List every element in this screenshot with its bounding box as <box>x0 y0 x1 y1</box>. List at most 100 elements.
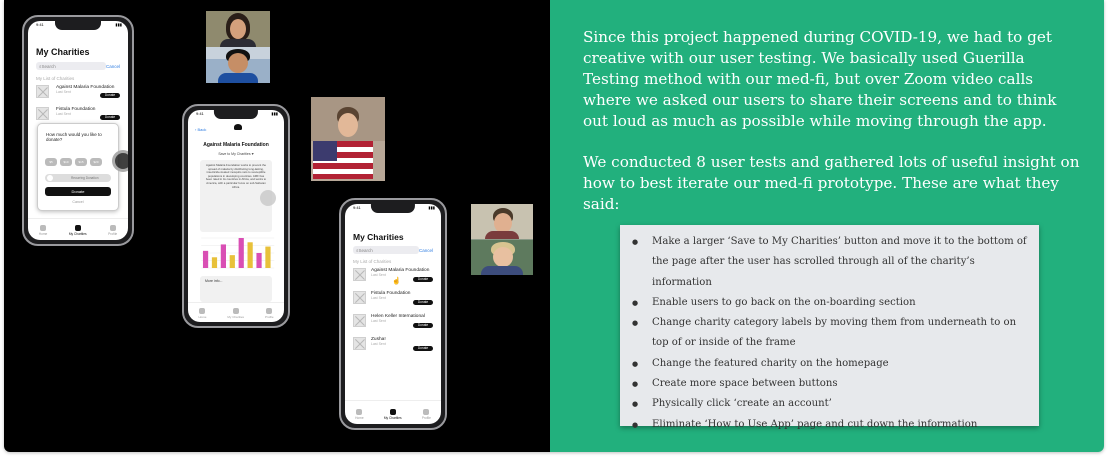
chart-bar <box>238 238 244 268</box>
tab-label: Home <box>198 315 207 319</box>
intro-paragraph: Since this project happened during COVID… <box>583 28 1057 130</box>
amount-options: $5 $10 $15 $20 <box>45 158 111 166</box>
tab-home[interactable]: Home <box>198 308 206 319</box>
text-panel: Since this project happened during COVID… <box>550 0 1104 452</box>
touch-indicator <box>260 190 276 206</box>
tab-my-charities[interactable]: My Charities <box>227 308 244 319</box>
chart-bar <box>220 244 226 268</box>
list-item[interactable]: Against Malaria Foundation Last Sent Don… <box>353 268 433 291</box>
save-to-my-charities-button[interactable]: Save to My Charities ♥ <box>188 152 284 156</box>
pointer-hand-icon: ☝ <box>392 278 401 285</box>
image-placeholder-icon <box>36 85 49 98</box>
amount-option[interactable]: $10 <box>60 158 72 166</box>
list-item[interactable]: Zusha! Last Sent Donate <box>353 337 433 360</box>
list-item: Change the featured charity on the homep… <box>632 354 1027 375</box>
video-call-tile <box>311 97 385 181</box>
page-title: My Charities <box>353 232 404 242</box>
profile-icon <box>423 409 430 415</box>
donate-button[interactable]: Donate <box>100 115 120 120</box>
image-placeholder-icon <box>36 107 49 120</box>
image-placeholder-icon <box>353 314 366 327</box>
image-placeholder-icon <box>353 268 366 281</box>
modal-cancel-button[interactable]: Cancel <box>38 200 118 204</box>
tab-my-charities[interactable]: My Charities <box>384 409 402 420</box>
phone-screen: 9:41 ▮▮▮ My Charities ⌕ Search Cancel My… <box>345 204 441 424</box>
chart-bar <box>229 255 235 268</box>
chart-bar <box>247 242 253 268</box>
home-icon <box>199 308 206 314</box>
status-time: 9:41 <box>36 22 44 27</box>
cancel-button[interactable]: Cancel <box>106 64 120 69</box>
search-placeholder: Search <box>358 247 373 253</box>
logo-icon <box>234 124 242 130</box>
tab-home[interactable]: Home <box>355 409 364 420</box>
list-heading: My List of Charities <box>353 259 392 264</box>
status-time: 9:41 <box>353 205 361 210</box>
battery-icon: ▮▮▮ <box>271 111 278 116</box>
list-item[interactable]: Fistula Foundation Last Sent Donate <box>353 291 433 314</box>
list-item[interactable]: Against Malaria Foundation Last Sent Don… <box>36 85 120 107</box>
amount-option[interactable]: $5 <box>45 158 57 166</box>
home-icon <box>40 225 47 231</box>
donate-button[interactable]: Donate <box>100 93 120 98</box>
slide: 9:41 ▮▮▮ My Charities ⌕ Search Cancel My… <box>4 0 1104 452</box>
tab-profile[interactable]: Profile <box>422 409 431 420</box>
feedback-list: Make a larger ‘Save to My Charities’ but… <box>632 232 1027 435</box>
donate-button[interactable]: Donate <box>413 346 433 351</box>
charity-subtitle: Last Sent <box>56 112 71 116</box>
amount-option[interactable]: $20 <box>90 158 102 166</box>
page-title: My Charities <box>36 47 90 57</box>
summary-paragraph: We conducted 8 user tests and gathered l… <box>583 153 1080 213</box>
video-call-tile <box>206 11 270 83</box>
tab-bar: Home My Charities Profile <box>28 218 128 240</box>
list-item: Make a larger ‘Save to My Charities’ but… <box>632 232 1027 293</box>
charity-subtitle: Last Sent <box>371 296 386 300</box>
donate-button[interactable]: Donate <box>413 277 433 282</box>
search-row: ⌕ Search Cancel <box>353 246 433 254</box>
screenshots-panel: 9:41 ▮▮▮ My Charities ⌕ Search Cancel My… <box>4 0 550 452</box>
donate-modal: How much would you like to donate? $5 $1… <box>37 123 128 211</box>
list-item: Change charity category labels by moving… <box>632 313 1027 354</box>
list-item: Eliminate ‘How to Use App’ page and cut … <box>632 415 1027 436</box>
profile-icon <box>266 308 273 314</box>
charity-title: Against Malaria Foundation <box>203 142 269 148</box>
chart-bar <box>256 253 262 268</box>
donate-button[interactable]: Donate <box>413 323 433 328</box>
profile-icon <box>109 225 116 231</box>
participant-video <box>471 204 533 239</box>
amount-option[interactable]: $15 <box>75 158 87 166</box>
tab-label: Home <box>355 416 364 420</box>
chart-bar <box>265 246 271 268</box>
video-call-tile <box>471 204 533 275</box>
search-input[interactable]: ⌕ Search <box>36 62 106 70</box>
tab-home[interactable]: Home <box>39 225 47 236</box>
image-placeholder-icon <box>353 337 366 350</box>
recurring-toggle[interactable]: Recurring Donation <box>45 174 111 182</box>
charity-subtitle: Last Sent <box>371 342 386 346</box>
more-info[interactable]: More info... <box>200 276 272 302</box>
phone-notch <box>370 204 416 213</box>
bar-chart-svg <box>201 237 275 269</box>
modal-donate-button[interactable]: Donate <box>45 187 111 196</box>
phone-my-charities-donate: 9:41 ▮▮▮ My Charities ⌕ Search Cancel My… <box>22 15 134 246</box>
charity-list: Against Malaria Foundation Last Sent Don… <box>353 268 433 360</box>
participant-video <box>206 11 270 49</box>
back-button[interactable]: ‹ Back <box>195 127 206 132</box>
touch-indicator <box>112 150 128 172</box>
participant-video <box>471 240 533 275</box>
cancel-button[interactable]: Cancel <box>419 248 433 253</box>
charity-bar-chart <box>196 232 276 274</box>
feedback-card: Make a larger ‘Save to My Charities’ but… <box>620 225 1039 435</box>
tab-my-charities[interactable]: My Charities <box>69 225 87 236</box>
tab-profile[interactable]: Profile <box>108 225 117 236</box>
list-item: Create more space between buttons <box>632 374 1027 395</box>
search-input[interactable]: ⌕ Search <box>353 246 419 254</box>
tab-profile[interactable]: Profile <box>265 308 274 319</box>
tab-bar: Home My Charities Profile <box>345 400 441 424</box>
battery-icon: ▮▮▮ <box>115 22 122 27</box>
battery-icon: ▮▮▮ <box>428 205 435 210</box>
list-heading: My List of Charities <box>36 76 75 81</box>
list-item[interactable]: Helen Keller International Last Sent Don… <box>353 314 433 337</box>
donate-button[interactable]: Donate <box>413 300 433 305</box>
charity-icon <box>74 225 81 231</box>
